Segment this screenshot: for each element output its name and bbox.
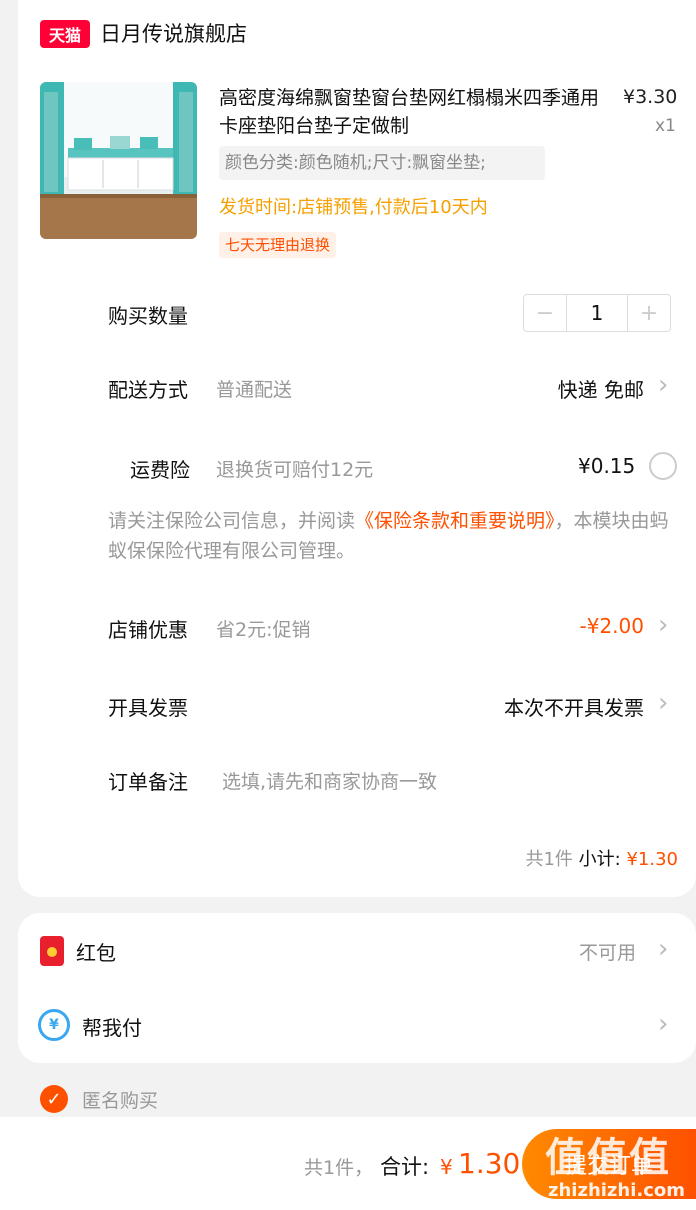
plus-button[interactable]: + <box>628 295 670 331</box>
quantity-value[interactable]: 1 <box>566 295 628 331</box>
red-packet-label: 红包 <box>76 941 116 965</box>
help-pay-label: 帮我付 <box>82 1016 142 1040</box>
total-currency: ¥ <box>440 1155 453 1179</box>
discount-desc: 省2元:促销 <box>216 619 311 641</box>
remark-input[interactable]: 选填,请先和商家协商一致 <box>222 767 437 794</box>
notice-prefix: 请关注保险公司信息，并阅读 <box>108 510 356 532</box>
chevron-right-icon: › <box>658 1009 669 1039</box>
product-title[interactable]: 高密度海绵飘窗垫窗台垫网红榻榻米四季通用卡座垫阳台垫子定做制 <box>219 84 609 140</box>
yen-icon: ¥ <box>38 1009 70 1041</box>
quantity-stepper: − 1 + <box>523 294 671 332</box>
discount-value: -¥2.00 <box>579 614 644 638</box>
store-name[interactable]: 日月传说旗舰店 <box>100 18 247 48</box>
subtotal-value: ¥1.30 <box>626 849 678 870</box>
invoice-row[interactable]: 开具发票 本次不开具发票 › <box>18 680 696 730</box>
product-sku[interactable]: 颜色分类:颜色随机;尺寸:飘窗坐垫; <box>219 146 545 180</box>
red-packet-value: 不可用 <box>578 942 636 964</box>
insurance-label: 运费险 <box>130 458 190 482</box>
minus-button[interactable]: − <box>524 295 566 331</box>
product-image[interactable] <box>40 82 197 239</box>
total-value: 1.30 <box>458 1147 521 1180</box>
chevron-right-icon: › <box>658 688 669 718</box>
return-policy-badge: 七天无理由退换 <box>219 232 337 258</box>
anonymous-label: 匿名购买 <box>82 1090 159 1112</box>
delivery-label: 配送方式 <box>108 378 188 402</box>
help-pay-row[interactable]: ¥ 帮我付 › <box>18 988 696 1063</box>
watermark-site: zhizhizhi.com <box>548 1180 686 1201</box>
subtotal-count: 共1件 <box>525 849 573 870</box>
discount-label: 店铺优惠 <box>108 618 188 642</box>
subtotal-label: 小计: <box>578 849 621 870</box>
payment-options-card: 红包 不可用 › ¥ 帮我付 › <box>18 913 696 1063</box>
chevron-right-icon: › <box>658 934 669 964</box>
invoice-label: 开具发票 <box>108 696 188 720</box>
order-card: 天猫 日月传说旗舰店 高密度海绵飘窗垫窗台垫网红榻榻米四季通用卡座垫阳台垫子定做… <box>18 0 696 897</box>
total-count: 共1件， <box>304 1157 374 1179</box>
chevron-right-icon: › <box>658 610 669 640</box>
insurance-notice: 请关注保险公司信息，并阅读《保险条款和重要说明》，本模块由蚂蚁保保险代理有限公司… <box>108 506 678 566</box>
insurance-terms-link[interactable]: 《保险条款和重要说明》 <box>355 510 555 532</box>
red-envelope-icon <box>40 936 64 966</box>
delivery-value: 快递 免邮 <box>557 378 644 402</box>
red-packet-row[interactable]: 红包 不可用 › <box>18 913 696 988</box>
chevron-right-icon: › <box>658 370 669 400</box>
insurance-desc: 退换货可赔付12元 <box>216 459 374 481</box>
insurance-price: ¥0.15 <box>578 454 636 478</box>
invoice-value: 本次不开具发票 <box>504 696 644 720</box>
watermark-logo: 值值值 <box>545 1135 671 1181</box>
insurance-radio[interactable] <box>649 452 677 480</box>
total-label: 合计: <box>380 1155 430 1179</box>
ship-time: 发货时间:店铺预售,付款后10天内 <box>219 197 488 218</box>
tmall-logo: 天猫 <box>40 20 90 48</box>
subtotal: 共1件 小计: ¥1.30 <box>525 845 678 871</box>
product-price: ¥3.30 <box>623 86 678 108</box>
remark-label: 订单备注 <box>108 770 188 794</box>
delivery-method: 普通配送 <box>216 379 293 401</box>
store-discount-row[interactable]: 店铺优惠 省2元:促销 -¥2.00 › <box>18 602 696 652</box>
product-quantity: x1 <box>655 116 676 136</box>
quantity-label: 购买数量 <box>108 304 188 328</box>
delivery-row[interactable]: 配送方式 普通配送 快递 免邮 › <box>18 362 696 412</box>
anonymous-checkbox[interactable]: ✓ <box>40 1085 68 1113</box>
